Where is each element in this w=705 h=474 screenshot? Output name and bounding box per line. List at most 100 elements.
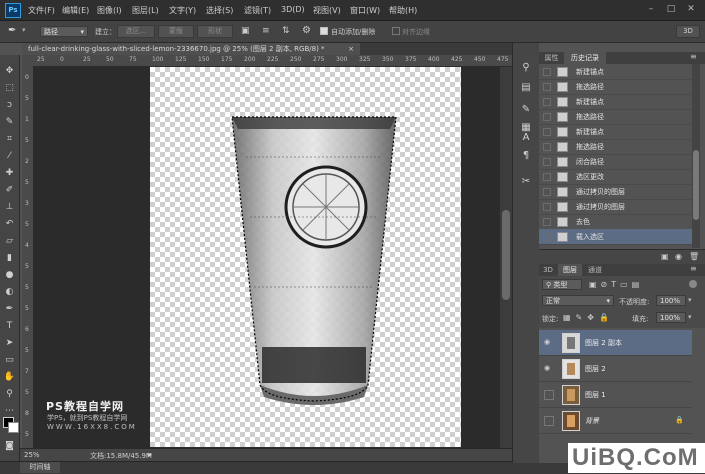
hand-tool-icon[interactable]: ✋ [2,371,17,384]
opacity-input[interactable]: 100% [656,295,686,306]
chevron-down-icon[interactable]: ▾ [688,296,692,304]
workspace-3d-button[interactable]: 3D [676,25,700,38]
trash-icon[interactable]: 🗑 [689,252,699,261]
history-item[interactable]: 拖选路径 [539,109,692,125]
path-arrange-icon[interactable]: ⇅ [282,26,290,36]
gradient-tool-icon[interactable]: ▮ [2,252,17,265]
tab-timeline[interactable]: 时间轴 [20,462,60,473]
layer-name[interactable]: 图层 2 副本 [585,338,622,348]
lock-options-icons[interactable]: ▦✎✥🔒 [563,313,614,322]
menu-edit[interactable]: 编辑(E) [62,5,89,16]
selection-button[interactable]: 选区... [117,25,155,38]
vertical-scroll-thumb[interactable] [502,210,510,300]
maximize-button[interactable]: □ [664,3,678,15]
blend-mode-select[interactable]: 正常 ▾ [542,295,614,306]
background-color-swatch[interactable] [8,422,19,433]
quick-mask-icon[interactable]: ◙ [2,440,17,453]
eye-icon[interactable]: ◉ [544,364,552,372]
menu-select[interactable]: 选择(S) [206,5,233,16]
menu-window[interactable]: 窗口(W) [350,5,380,16]
paragraph-icon[interactable]: ¶ [519,149,533,162]
crop-tool-icon[interactable]: ⌗ [2,133,17,146]
tab-layers[interactable]: 图层 [558,264,582,276]
history-item[interactable]: 去色 [539,214,692,230]
tab-history[interactable]: 历史记录 [564,52,606,64]
gear-icon[interactable]: ⚙ [302,25,311,36]
layer-row-selected[interactable]: ◉ 图层 2 副本 [539,330,692,356]
layer-name[interactable]: 背景 [585,416,599,426]
filter-kind-icons[interactable]: ▣⊘T▭▤ [589,280,643,289]
path-align-icon[interactable]: ≡ [262,26,270,36]
quick-select-tool-icon[interactable]: ✎ [2,116,17,129]
menu-image[interactable]: 图像(I) [97,5,122,16]
layer-row[interactable]: 图层 1 [539,382,692,408]
checkbox[interactable] [543,173,551,181]
filter-toggle-icon[interactable] [689,280,697,288]
snapshot-icon[interactable]: ◉ [675,252,682,261]
menu-help[interactable]: 帮助(H) [389,5,417,16]
document-canvas[interactable] [150,67,461,447]
layer-name[interactable]: 图层 1 [585,390,606,400]
path-ops-icon[interactable]: ▣ [241,26,250,36]
auto-add-checkbox[interactable] [320,27,328,35]
dodge-tool-icon[interactable]: ◐ [2,286,17,299]
shape-tool-icon[interactable]: ▭ [2,354,17,367]
brush-panel-icon[interactable]: ✎ [519,103,533,116]
align-edges-checkbox[interactable] [392,27,400,35]
checkbox[interactable] [543,233,551,241]
history-item[interactable]: 拖选路径 [539,139,692,155]
blur-tool-icon[interactable]: ● [2,269,17,282]
menu-filter[interactable]: 滤镜(T) [244,5,271,16]
close-tab-icon[interactable]: × [348,43,354,55]
checkbox[interactable] [543,143,551,151]
chevron-down-icon[interactable]: ▾ [688,313,692,321]
menu-view[interactable]: 视图(V) [313,5,341,16]
close-window-button[interactable]: ✕ [684,3,698,15]
history-item[interactable]: 闭合路径 [539,154,692,170]
checkbox[interactable] [543,98,551,106]
tool-presets-icon[interactable]: ⚲ [519,61,533,74]
tools-settings-icon[interactable]: ✂ [519,175,533,188]
history-item-selected[interactable]: 载入选区 [539,229,692,245]
history-item[interactable]: 新建锚点 [539,94,692,110]
history-item[interactable]: 拖选路径 [539,79,692,95]
history-panel-icon[interactable]: ▤ [519,81,533,94]
checkbox[interactable] [543,113,551,121]
layer-name[interactable]: 图层 2 [585,364,606,374]
history-item[interactable]: 新建锚点 [539,64,692,80]
eye-icon-hidden[interactable] [544,416,554,426]
checkbox[interactable] [543,128,551,136]
path-select-tool-icon[interactable]: ➤ [2,337,17,350]
menu-3d[interactable]: 3D(D) [281,5,305,14]
tab-3d[interactable]: 3D [539,264,557,276]
pen-tool-icon[interactable]: ✒ [2,303,17,316]
lasso-tool-icon[interactable]: ↄ [2,99,17,112]
menu-type[interactable]: 文字(Y) [169,5,196,16]
minimize-button[interactable]: – [644,3,658,15]
document-tab[interactable]: full-clear-drinking-glass-with-sliced-le… [22,43,360,55]
chevron-right-icon[interactable]: ▸ [148,450,152,459]
chevron-down-icon[interactable]: ▾ [22,26,26,34]
history-scroll-thumb[interactable] [693,150,699,220]
panel-menu-icon[interactable]: ≡ [690,52,697,61]
history-item[interactable]: 通过拷贝的图层 [539,184,692,200]
history-item[interactable]: 新建锚点 [539,124,692,140]
stamp-tool-icon[interactable]: ⊥ [2,201,17,214]
pen-tool-icon[interactable]: ✒ [8,25,16,36]
brush-tool-icon[interactable]: ✐ [2,184,17,197]
mask-button[interactable]: 蒙版 [158,25,194,38]
new-document-icon[interactable]: ▣ [661,252,669,261]
checkbox[interactable] [543,188,551,196]
character-icon[interactable]: A [519,131,533,144]
checkbox[interactable] [543,203,551,211]
healing-tool-icon[interactable]: ✚ [2,167,17,180]
fill-input[interactable]: 100% [656,312,686,323]
type-tool-icon[interactable]: T [2,320,17,333]
eyedropper-tool-icon[interactable]: ⁄ [2,150,17,163]
checkbox[interactable] [543,158,551,166]
eye-icon[interactable]: ◉ [544,338,552,346]
menu-file[interactable]: 文件(F) [28,5,55,16]
menu-layer[interactable]: 图层(L) [132,5,159,16]
layer-filter-select[interactable]: ⚲ 类型 [542,279,582,290]
zoom-tool-icon[interactable]: ⚲ [2,388,17,401]
